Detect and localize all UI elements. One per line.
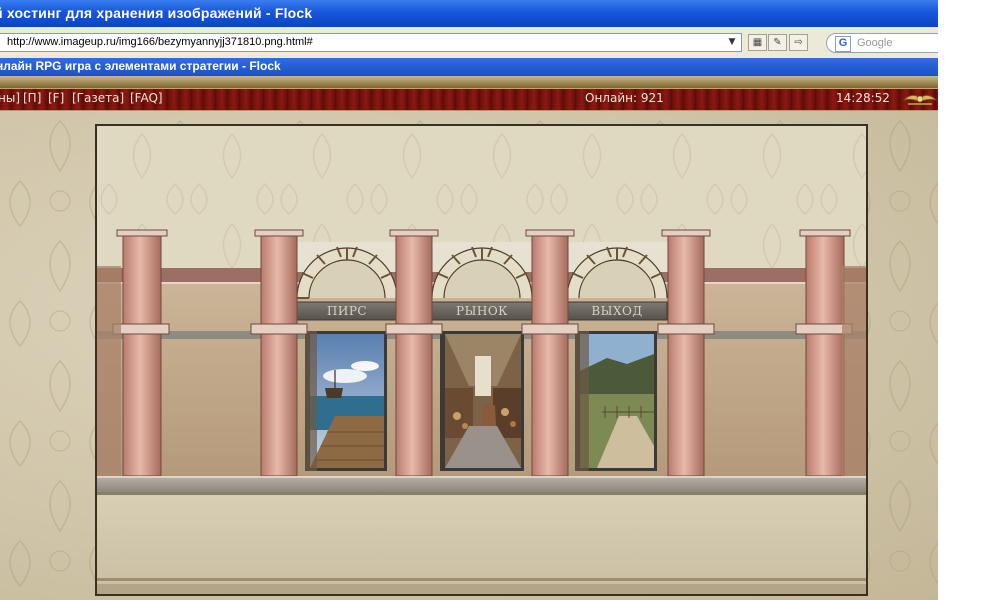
url-text: http://www.imageup.ru/img166/bezymyannyj… <box>7 36 313 48</box>
pier-doorway[interactable] <box>305 331 387 471</box>
link-newspaper[interactable]: [Газета] <box>72 91 124 105</box>
feed-button[interactable]: ✎ <box>768 34 787 51</box>
go-button[interactable]: ⇨ <box>789 34 808 51</box>
location-exit-label[interactable]: ВЫХОД <box>567 304 667 318</box>
grid-icon: ▦ <box>752 37 763 48</box>
location-market-label[interactable]: РЫНОК <box>432 304 532 318</box>
market-doorway[interactable] <box>440 331 524 471</box>
search-field[interactable]: G Google <box>826 33 938 53</box>
server-time: 14:28:52 <box>836 91 890 105</box>
location-pier-label[interactable]: ПИРС <box>297 304 397 318</box>
window-title: й хостинг для хранения изображений - Flo… <box>0 5 313 21</box>
online-count: Онлайн: 921 <box>585 91 664 105</box>
header-decoration <box>0 76 938 88</box>
game-location-frame: ПИРС РЫНОК ВЫХОД <box>95 124 868 596</box>
feed-icon: ✎ <box>773 37 782 48</box>
city-gate-scene: ПИРС РЫНОК ВЫХОД <box>97 126 866 594</box>
winged-emblem-icon <box>902 95 938 105</box>
url-field[interactable]: http://www.imageup.ru/img166/bezymyannyj… <box>0 33 742 52</box>
window-title-bar: й хостинг для хранения изображений - Flo… <box>0 0 938 27</box>
link-faq[interactable]: [FAQ] <box>130 91 163 105</box>
page-title: нлайн RPG игра с элементами стратегии - … <box>0 59 281 73</box>
search-placeholder: Google <box>857 37 893 49</box>
bookmark-button[interactable]: ▦ <box>748 34 767 51</box>
game-status-bar: ны] [П] [F] [Газета] [FAQ] Онлайн: 921 1… <box>0 88 938 112</box>
browser-window: й хостинг для хранения изображений - Flo… <box>0 0 938 600</box>
go-arrow-icon: ⇨ <box>794 37 803 48</box>
address-toolbar: http://www.imageup.ru/img166/bezymyannyj… <box>0 27 938 62</box>
google-g-icon: G <box>835 36 851 52</box>
url-dropdown-icon[interactable]: ▼ <box>725 35 739 50</box>
link-f[interactable]: [F] <box>48 91 64 105</box>
link-chronicles[interactable]: ны] <box>0 91 20 105</box>
page-title-bar: нлайн RPG игра с элементами стратегии - … <box>0 58 938 76</box>
exit-doorway[interactable] <box>575 331 657 471</box>
link-p[interactable]: [П] <box>23 91 41 105</box>
